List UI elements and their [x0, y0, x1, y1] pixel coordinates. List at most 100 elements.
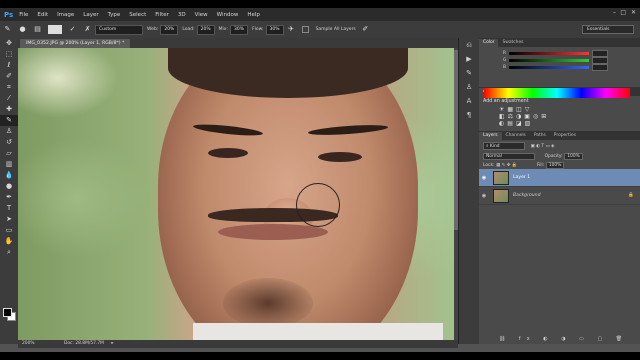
- airbrush-icon[interactable]: ✈: [287, 25, 296, 34]
- zoom-level[interactable]: 200%: [22, 341, 35, 346]
- shape-tool-icon[interactable]: ▭: [0, 225, 18, 236]
- document-tab[interactable]: IMG_0352.JPG @ 200% (Layer 1, RGB/8*) *: [20, 39, 131, 48]
- visibility-eye-icon[interactable]: ◉: [479, 193, 489, 199]
- color-spectrum[interactable]: [484, 88, 630, 98]
- tab-paths[interactable]: Paths: [530, 132, 550, 140]
- menu-view[interactable]: View: [195, 12, 208, 18]
- red-slider-row: R: [503, 50, 640, 57]
- menu-type[interactable]: Type: [108, 12, 121, 18]
- brush-tool-icon[interactable]: ✎: [0, 115, 18, 126]
- dodge-tool-icon[interactable]: ●: [0, 181, 18, 192]
- character-icon[interactable]: A: [459, 94, 479, 108]
- color-panel-tabs: Color Swatches: [479, 38, 640, 47]
- pressure-icon[interactable]: ✐: [361, 25, 370, 34]
- lock-icons[interactable]: ▦ ✎ ✥ 🔒: [496, 163, 517, 168]
- opacity-field[interactable]: 100%: [564, 153, 583, 160]
- healing-tool-icon[interactable]: ✚: [0, 104, 18, 115]
- lock-icon: 🔒: [628, 193, 634, 198]
- move-tool-icon[interactable]: ✥: [0, 38, 18, 49]
- app-logo: Ps: [4, 10, 14, 19]
- brush-panel-icon[interactable]: ▤: [33, 25, 42, 34]
- history-icon[interactable]: ⎌: [459, 38, 479, 52]
- filter-icons[interactable]: ▣ ◐ T ▭ ◈: [531, 144, 555, 149]
- tab-properties[interactable]: Properties: [550, 132, 580, 140]
- marquee-tool-icon[interactable]: ⬚: [0, 49, 18, 60]
- web-field[interactable]: 20%: [160, 24, 179, 35]
- close-icon[interactable]: ✕: [631, 9, 636, 16]
- eyedropper-tool-icon[interactable]: ⁄: [0, 93, 18, 104]
- quick-select-tool-icon[interactable]: ✐: [0, 71, 18, 82]
- maximize-icon[interactable]: □: [620, 9, 626, 16]
- mixer-brush-tool-icon[interactable]: ✎: [3, 25, 12, 34]
- adjustment-icons-row3[interactable]: ◐▤◪▧: [499, 120, 640, 127]
- load-field[interactable]: 20%: [196, 24, 215, 35]
- adjustment-icons-row2[interactable]: ◧⚖◑▣◎⊞: [499, 113, 640, 120]
- green-slider[interactable]: [509, 59, 590, 62]
- zoom-tool-icon[interactable]: ⌕: [0, 247, 18, 258]
- clone-stamp-tool-icon[interactable]: ♙: [0, 126, 18, 137]
- fill-field[interactable]: 100%: [545, 162, 565, 169]
- blend-combo-select[interactable]: Custom: [95, 24, 143, 35]
- menu-layer[interactable]: Layer: [83, 12, 98, 18]
- load-brush-icon[interactable]: ✓: [68, 25, 77, 34]
- status-menu-icon[interactable]: ▸: [111, 341, 113, 346]
- sample-all-layers-checkbox[interactable]: [301, 26, 309, 33]
- menu-3d[interactable]: 3D: [178, 12, 186, 18]
- layer-name[interactable]: Background: [513, 193, 541, 198]
- red-value-field[interactable]: [592, 50, 609, 57]
- mix-label: Mix:: [218, 27, 228, 32]
- actions-icon[interactable]: ▶: [459, 52, 479, 66]
- crop-tool-icon[interactable]: ⌗: [0, 82, 18, 93]
- layer-filter-select[interactable]: ⌕ Kind: [483, 142, 525, 150]
- pen-tool-icon[interactable]: ✒: [0, 192, 18, 203]
- clone-source-icon[interactable]: ♙: [459, 80, 479, 94]
- tab-color[interactable]: Color: [479, 39, 499, 47]
- menu-select[interactable]: Select: [129, 12, 146, 18]
- blue-slider[interactable]: [509, 66, 590, 69]
- gradient-tool-icon[interactable]: ▥: [0, 159, 18, 170]
- flow-field[interactable]: 30%: [265, 24, 284, 35]
- brush-preset-icon[interactable]: ●: [18, 25, 27, 34]
- type-tool-icon[interactable]: T: [0, 203, 18, 214]
- hand-tool-icon[interactable]: ✋: [0, 236, 18, 247]
- layer-name[interactable]: Layer 1: [513, 175, 530, 180]
- visibility-eye-icon[interactable]: ◉: [479, 175, 489, 181]
- menu-filter[interactable]: Filter: [155, 12, 169, 18]
- tab-channels[interactable]: Channels: [502, 132, 530, 140]
- blue-label: B: [503, 65, 507, 70]
- blend-mode-select[interactable]: Normal: [483, 153, 535, 160]
- green-value-field[interactable]: [592, 57, 609, 64]
- blue-value-field[interactable]: [592, 64, 609, 71]
- menu-image[interactable]: Image: [57, 12, 74, 18]
- lasso-tool-icon[interactable]: ℓ: [0, 60, 18, 71]
- menu-file[interactable]: File: [19, 12, 28, 18]
- current-load-swatch[interactable]: [48, 25, 62, 34]
- menu-window[interactable]: Window: [217, 12, 239, 18]
- workspace-select[interactable]: Essentials: [582, 25, 634, 34]
- layer-thumbnail: [493, 188, 509, 203]
- menu-bar: Ps File Edit Image Layer Type Select Fil…: [0, 8, 640, 21]
- menu-help[interactable]: Help: [247, 12, 260, 18]
- path-select-tool-icon[interactable]: ➤: [0, 214, 18, 225]
- red-slider[interactable]: [509, 52, 590, 55]
- minimize-icon[interactable]: –: [613, 9, 616, 16]
- adjustment-icons-row1[interactable]: ☀▦◫▽: [499, 106, 640, 113]
- opacity-label: Opacity:: [544, 154, 563, 159]
- clean-brush-icon[interactable]: ✗: [83, 25, 92, 34]
- image-canvas[interactable]: [18, 48, 454, 340]
- status-bar: 200% Doc: 28.8M/57.7M ▸: [18, 340, 458, 348]
- mix-field[interactable]: 30%: [229, 24, 248, 35]
- history-brush-tool-icon[interactable]: ↺: [0, 137, 18, 148]
- tab-swatches[interactable]: Swatches: [498, 39, 527, 47]
- paragraph-icon[interactable]: ¶: [459, 108, 479, 122]
- menu-edit[interactable]: Edit: [37, 12, 48, 18]
- photo-shirt: [193, 323, 443, 340]
- tab-layers[interactable]: Layers: [479, 132, 502, 140]
- layers-footer-icons[interactable]: ⛓ fx ◐ ◑ ▭ ▢ 🗑: [499, 336, 628, 342]
- blur-tool-icon[interactable]: 💧: [0, 170, 18, 181]
- brush-panel-dock-icon[interactable]: ✎: [459, 66, 479, 80]
- layer-row-background[interactable]: ◉ Background 🔒: [479, 187, 640, 205]
- layer-row-layer-1[interactable]: ◉ Layer 1: [479, 169, 640, 187]
- eraser-tool-icon[interactable]: ▱: [0, 148, 18, 159]
- foreground-color-swatch[interactable]: [3, 308, 12, 317]
